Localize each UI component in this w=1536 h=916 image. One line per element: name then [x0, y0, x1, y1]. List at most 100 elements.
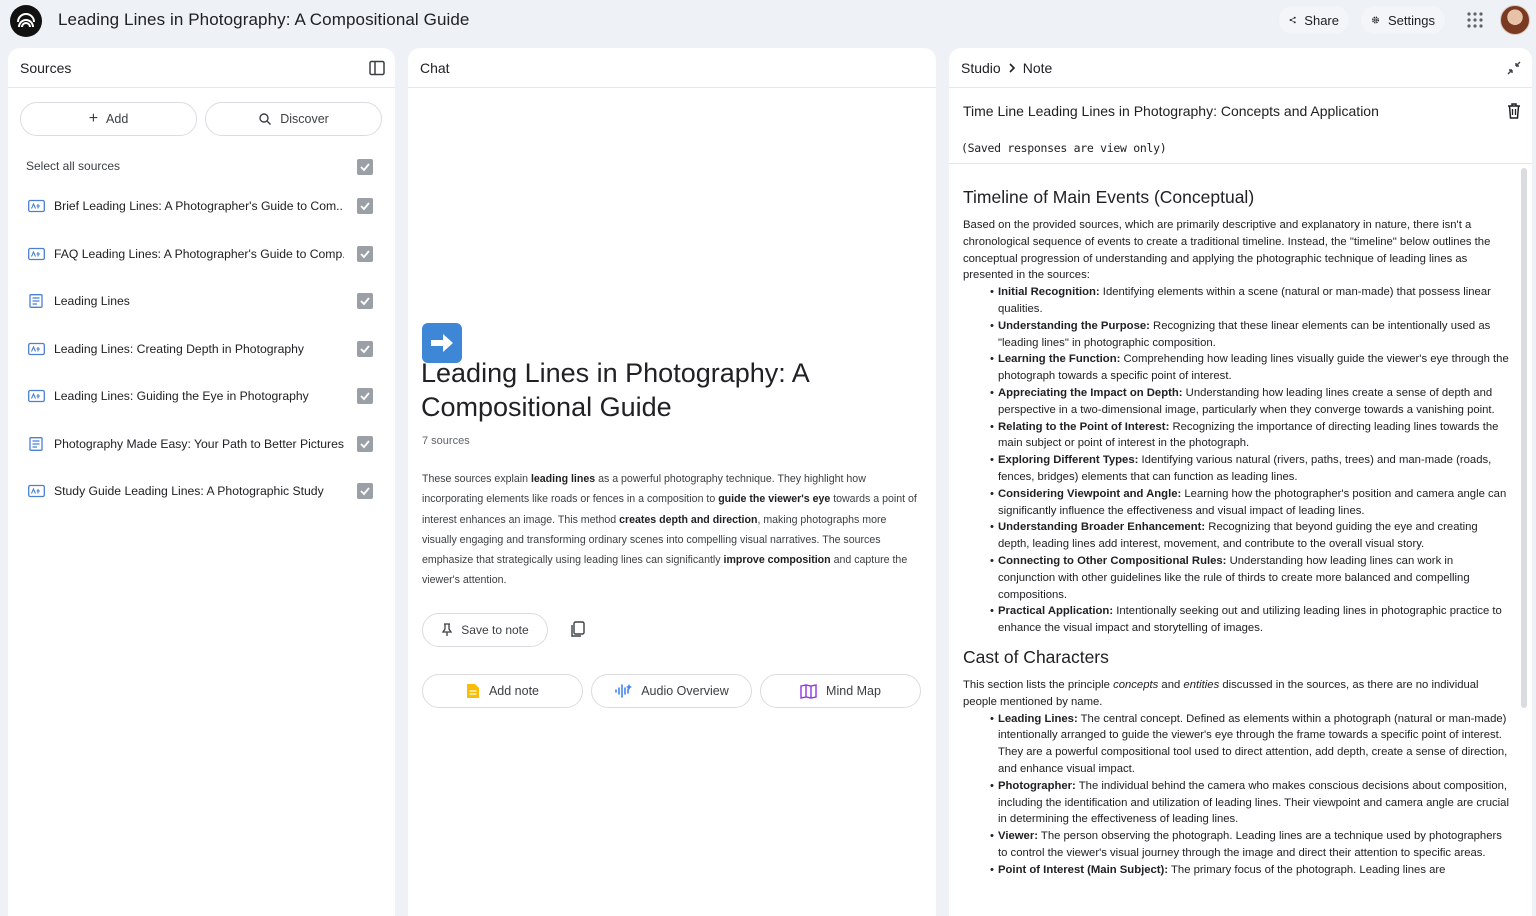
- text-source-icon: [29, 294, 43, 308]
- source-item[interactable]: Leading Lines: [28, 291, 378, 311]
- source-name: Leading Lines: Guiding the Eye in Photog…: [54, 389, 309, 403]
- note-section-heading: Cast of Characters: [963, 646, 1109, 667]
- notebook-title[interactable]: Leading Lines in Photography: A Composit…: [58, 10, 470, 30]
- source-item[interactable]: Brief Leading Lines: A Photographer's Gu…: [28, 196, 378, 216]
- chevron-right-icon: [1009, 62, 1015, 73]
- add-source-label: Add: [106, 112, 129, 126]
- source-checkbox[interactable]: [357, 341, 373, 357]
- bullet-term: Connecting to Other Compositional Rules:: [998, 554, 1227, 567]
- audio-overview-button[interactable]: Audio Overview: [591, 674, 752, 708]
- bullet-text: The person observing the photograph. Lea…: [998, 830, 1502, 859]
- add-note-button[interactable]: Add note: [422, 674, 583, 708]
- source-item[interactable]: FAQ Leading Lines: A Photographer's Guid…: [28, 244, 378, 264]
- intro-text: and: [1158, 678, 1184, 691]
- audio-wave-icon: [615, 684, 633, 698]
- note-bullet-item: Connecting to Other Compositional Rules:…: [990, 553, 1511, 603]
- intro-text: entities: [1183, 678, 1220, 691]
- bullet-term: Initial Recognition:: [998, 286, 1100, 299]
- pdf-source-icon: [28, 484, 45, 498]
- checkmark-icon: [360, 297, 370, 306]
- bullet-term: Point of Interest (Main Subject):: [998, 863, 1169, 876]
- source-item[interactable]: Study Guide Leading Lines: A Photographi…: [28, 481, 378, 501]
- share-icon: [1289, 16, 1296, 24]
- bullet-term: Leading Lines:: [998, 712, 1078, 725]
- bullet-term: Understanding Broader Enhancement:: [998, 521, 1206, 534]
- checkmark-icon: [360, 345, 370, 354]
- settings-button[interactable]: Settings: [1361, 6, 1445, 34]
- note-title: Time Line Leading Lines in Photography: …: [963, 103, 1379, 119]
- summary-emphasis: creates depth and direction: [619, 513, 758, 526]
- note-bullet-item: Viewer: The person observing the photogr…: [990, 828, 1511, 862]
- avatar[interactable]: [1500, 5, 1530, 35]
- chat-panel: Chat Leading Lines in Photography: A Com…: [408, 48, 936, 916]
- bullet-text: The primary focus of the photograph. Lea…: [1168, 863, 1446, 876]
- copy-icon[interactable]: [569, 620, 587, 638]
- summary-text: These sources explain: [422, 473, 531, 485]
- settings-label: Settings: [1388, 12, 1435, 28]
- note-section-heading: Timeline of Main Events (Conceptual): [963, 187, 1255, 207]
- readonly-notice: (Saved responses are view only): [961, 141, 1167, 155]
- collapse-panel-icon[interactable]: [368, 59, 386, 77]
- text-source-icon: [29, 437, 43, 451]
- note-bullet-item: Understanding the Purpose: Recognizing t…: [990, 318, 1511, 352]
- source-item[interactable]: Leading Lines: Creating Depth in Photogr…: [28, 339, 378, 359]
- select-all-checkbox[interactable]: [357, 159, 373, 175]
- note-bullet-list: Leading Lines: The central concept. Defi…: [963, 711, 1511, 879]
- source-item[interactable]: Photography Made Easy: Your Path to Bett…: [28, 434, 378, 454]
- apps-grid-icon[interactable]: [1463, 8, 1487, 32]
- sources-panel: Sources + Add Discover Select all source…: [8, 48, 395, 916]
- bullet-term: Appreciating the Impact on Depth:: [998, 386, 1183, 399]
- source-name: Brief Leading Lines: A Photographer's Gu…: [54, 199, 344, 213]
- mind-map-icon: [800, 683, 817, 699]
- bullet-term: Practical Application:: [998, 605, 1114, 618]
- source-name: Photography Made Easy: Your Path to Bett…: [54, 437, 344, 451]
- sources-title: Sources: [20, 59, 72, 76]
- note-bullet-item: Relating to the Point of Interest: Recog…: [990, 419, 1511, 453]
- checkmark-icon: [360, 202, 370, 211]
- studio-panel: Studio Note Time Line Leading Lines in P…: [949, 48, 1532, 916]
- source-item[interactable]: Leading Lines: Guiding the Eye in Photog…: [28, 386, 378, 406]
- source-name: FAQ Leading Lines: A Photographer's Guid…: [54, 247, 344, 261]
- summary-emphasis: guide the viewer's eye: [718, 493, 831, 506]
- collapse-view-icon[interactable]: [1506, 60, 1522, 76]
- trash-icon[interactable]: [1506, 102, 1522, 120]
- mind-map-button[interactable]: Mind Map: [760, 674, 921, 708]
- note-bullet-item: Photographer: The individual behind the …: [990, 778, 1511, 828]
- source-name: Study Guide Leading Lines: A Photographi…: [54, 484, 324, 498]
- bullet-term: Viewer:: [998, 830, 1038, 843]
- notebook-logo-icon[interactable]: [10, 5, 42, 37]
- chat-header: Chat: [408, 48, 936, 88]
- source-checkbox[interactable]: [357, 198, 373, 214]
- sources-count: 7 sources: [422, 435, 470, 447]
- pdf-source-icon: [28, 389, 45, 403]
- source-checkbox[interactable]: [357, 436, 373, 452]
- source-checkbox[interactable]: [357, 483, 373, 499]
- bullet-term: Photographer:: [998, 779, 1076, 792]
- note-bullet-item: Point of Interest (Main Subject): The pr…: [990, 862, 1511, 879]
- source-checkbox[interactable]: [357, 388, 373, 404]
- note-bullet-item: Initial Recognition: Identifying element…: [990, 284, 1511, 318]
- note-scrollbar[interactable]: [1521, 168, 1527, 708]
- pin-icon: [442, 623, 453, 636]
- note-bullet-list: Initial Recognition: Identifying element…: [963, 284, 1511, 637]
- checkmark-icon: [360, 163, 370, 172]
- chat-title: Chat: [420, 59, 450, 76]
- note-bullet-item: Practical Application: Intentionally see…: [990, 603, 1511, 637]
- note-header: Time Line Leading Lines in Photography: …: [949, 88, 1532, 164]
- note-bullet-item: Understanding Broader Enhancement: Recog…: [990, 519, 1511, 553]
- add-note-label: Add note: [488, 684, 540, 698]
- share-button[interactable]: Share: [1279, 6, 1349, 34]
- intro-text: This section lists the principle: [963, 678, 1114, 691]
- discover-sources-button[interactable]: Discover: [205, 102, 382, 136]
- source-checkbox[interactable]: [357, 246, 373, 262]
- save-to-note-button[interactable]: Save to note: [422, 613, 548, 647]
- source-checkbox[interactable]: [357, 293, 373, 309]
- share-label: Share: [1304, 12, 1339, 28]
- pdf-source-icon: [28, 342, 45, 356]
- checkmark-icon: [360, 250, 370, 259]
- add-source-button[interactable]: + Add: [20, 102, 197, 136]
- intro-text: Based on the provided sources, which are…: [963, 219, 1491, 282]
- intro-text: concepts: [1113, 678, 1159, 691]
- breadcrumb-studio[interactable]: Studio: [961, 60, 1001, 76]
- bullet-term: Understanding the Purpose:: [998, 319, 1150, 332]
